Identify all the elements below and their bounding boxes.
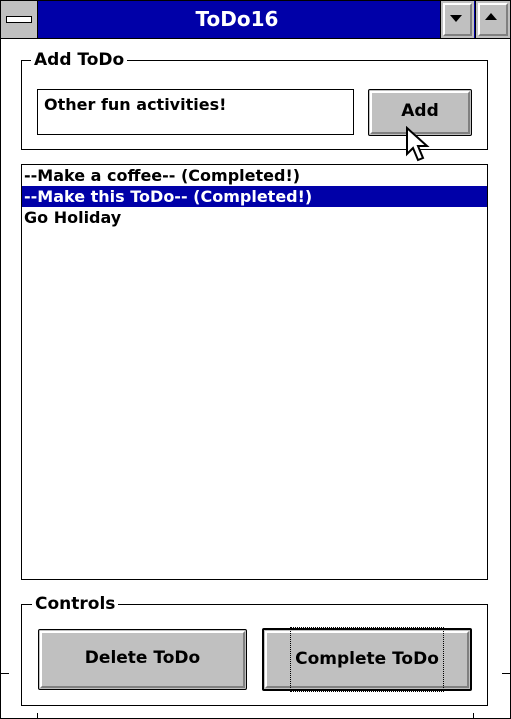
controls-group-label: Controls (32, 594, 119, 614)
system-menu-button[interactable] (1, 1, 38, 38)
app-window: ToDo16 Add ToDo Other fun activities! Ad… (0, 0, 511, 719)
todo-input[interactable]: Other fun activities! (37, 89, 354, 135)
complete-todo-button[interactable]: Complete ToDo (262, 627, 472, 692)
complete-todo-button-label: Complete ToDo (290, 627, 444, 692)
window-title: ToDo16 (195, 7, 279, 31)
mouse-pointer-icon (406, 126, 430, 162)
minimize-button[interactable] (440, 1, 474, 38)
list-item[interactable]: --Make a coffee-- (Completed!) (22, 165, 487, 186)
delete-todo-button[interactable]: Delete ToDo (38, 629, 247, 690)
list-item[interactable]: Go Holiday (22, 207, 487, 228)
minimize-icon (450, 15, 462, 22)
frame-corner-left (37, 713, 38, 718)
list-item-selected[interactable]: --Make this ToDo-- (Completed!) (22, 186, 487, 207)
system-menu-icon (6, 16, 32, 23)
maximize-icon (485, 13, 497, 20)
frame-edge-left (1, 673, 9, 674)
title-bar[interactable]: ToDo16 (1, 1, 510, 39)
frame-corner-right (473, 713, 474, 718)
delete-todo-button-label: Delete ToDo (84, 648, 201, 668)
maximize-button[interactable] (475, 1, 510, 38)
frame-edge-right (502, 673, 510, 674)
add-todo-group-label: Add ToDo (31, 50, 128, 70)
todo-listbox[interactable]: --Make a coffee-- (Completed!) --Make th… (21, 164, 488, 580)
